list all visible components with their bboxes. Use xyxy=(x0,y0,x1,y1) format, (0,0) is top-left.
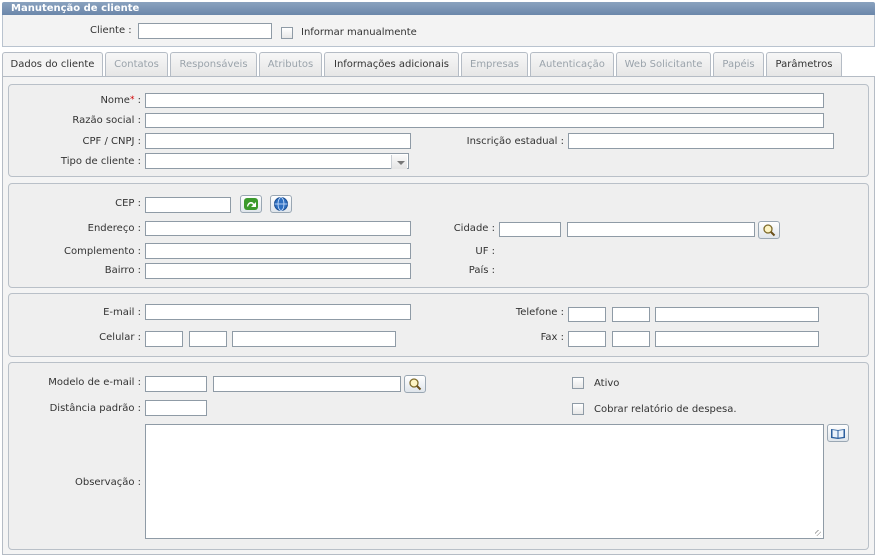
required-mark: * xyxy=(129,95,135,105)
email-input[interactable] xyxy=(145,304,411,320)
tipo-cliente-select[interactable] xyxy=(145,153,409,169)
tab-responsaveis[interactable]: Responsáveis xyxy=(170,52,257,76)
modelo-email-code-input[interactable] xyxy=(145,376,207,392)
celular-label: Celular : xyxy=(99,332,141,343)
tab-empresas[interactable]: Empresas xyxy=(461,52,528,76)
tab-autenticacao[interactable]: Autenticação xyxy=(530,52,614,76)
cep-globe-button[interactable] xyxy=(270,195,292,213)
cidade-search-button[interactable] xyxy=(758,221,780,239)
telefone-ddd-input[interactable] xyxy=(612,307,650,322)
tab-label: Responsáveis xyxy=(179,59,248,70)
resize-grip-icon[interactable] xyxy=(815,530,821,536)
tab-atributos[interactable]: Atributos xyxy=(259,52,322,76)
celular-ddi-input[interactable] xyxy=(145,331,183,347)
nome-colon: : xyxy=(137,95,141,106)
cobrar-relatorio-checkbox[interactable] xyxy=(572,403,584,415)
cliente-label: Cliente : xyxy=(90,25,132,36)
cobrar-relatorio-label: Cobrar relatório de despesa. xyxy=(594,404,737,415)
globe-icon xyxy=(274,197,288,211)
email-label: E-mail : xyxy=(103,307,141,318)
tab-contatos[interactable]: Contatos xyxy=(105,52,168,76)
endereco-label: Endereço : xyxy=(87,223,141,234)
search-icon xyxy=(409,378,422,391)
nome-label: Nome* : xyxy=(100,95,141,106)
modelo-email-search-button[interactable] xyxy=(404,375,426,393)
distancia-padrao-input[interactable] xyxy=(145,400,207,416)
complemento-input[interactable] xyxy=(145,243,411,259)
complemento-label: Complemento : xyxy=(64,246,141,257)
observacao-label: Observação : xyxy=(74,477,141,488)
celular-ddd-input[interactable] xyxy=(189,331,227,347)
tab-parametros[interactable]: Parâmetros xyxy=(766,52,842,76)
tab-label: Atributos xyxy=(267,59,314,70)
distancia-padrao-label: Distância padrão : xyxy=(49,403,141,414)
panel-title: Manutenção de cliente xyxy=(2,2,875,15)
tab-papeis[interactable]: Papéis xyxy=(713,52,764,76)
nome-label-text: Nome xyxy=(100,95,130,106)
fax-label: Fax : xyxy=(540,332,564,343)
razao-social-input[interactable] xyxy=(145,113,824,128)
contact-fieldset xyxy=(8,293,869,357)
nome-input[interactable] xyxy=(145,93,824,108)
fax-numero-input[interactable] xyxy=(655,331,819,347)
tab-label: Autenticação xyxy=(539,59,605,70)
tab-label: Papéis xyxy=(722,59,755,70)
telefone-label: Telefone : xyxy=(515,307,564,318)
chevron-down-icon[interactable] xyxy=(391,155,407,169)
fax-ddd-input[interactable] xyxy=(612,331,650,347)
tab-label: Empresas xyxy=(470,59,519,70)
cidade-label: Cidade : xyxy=(453,223,495,234)
modelo-email-label: Modelo de e-mail : xyxy=(48,377,141,388)
celular-numero-input[interactable] xyxy=(232,331,396,347)
pais-label: País : xyxy=(468,265,495,276)
cep-label: CEP : xyxy=(115,198,141,209)
telefone-numero-input[interactable] xyxy=(655,307,819,322)
inscricao-estadual-label: Inscrição estadual : xyxy=(466,136,564,147)
telefone-ddi-input[interactable] xyxy=(568,307,606,322)
cliente-input[interactable] xyxy=(138,23,272,39)
tab-web-solicitante[interactable]: Web Solicitante xyxy=(616,52,711,76)
razao-social-label: Razão social : xyxy=(72,115,141,126)
endereco-input[interactable] xyxy=(145,221,411,236)
cep-input[interactable] xyxy=(145,197,231,213)
ativo-checkbox[interactable] xyxy=(572,377,584,389)
bairro-input[interactable] xyxy=(145,263,411,279)
uf-label: UF : xyxy=(475,246,495,257)
tab-label: Contatos xyxy=(114,59,159,70)
bairro-label: Bairro : xyxy=(104,265,141,276)
green-arrow-icon xyxy=(244,198,258,210)
tab-label: Parâmetros xyxy=(775,59,833,70)
cidade-code-input[interactable] xyxy=(499,222,561,237)
tab-informacoes-adicionais[interactable]: Informações adicionais xyxy=(324,52,459,76)
cep-search-button[interactable] xyxy=(240,195,262,213)
tipo-cliente-label: Tipo de cliente : xyxy=(60,156,141,167)
cpf-cnpj-label: CPF / CNPJ : xyxy=(82,136,141,147)
observacao-textarea[interactable] xyxy=(145,424,824,539)
ativo-label: Ativo xyxy=(594,378,620,389)
informar-manualmente-label: Informar manualmente xyxy=(301,27,417,38)
tab-label: Informações adicionais xyxy=(334,59,449,70)
observacao-book-button[interactable] xyxy=(827,424,849,442)
tab-dados-do-cliente[interactable]: Dados do cliente xyxy=(2,52,103,77)
inscricao-estadual-input[interactable] xyxy=(568,133,834,149)
tab-label: Web Solicitante xyxy=(624,59,703,70)
informar-manualmente-checkbox[interactable] xyxy=(281,27,293,39)
book-icon xyxy=(831,429,845,439)
fax-ddi-input[interactable] xyxy=(568,331,606,347)
cidade-name-input[interactable] xyxy=(567,222,755,237)
cpf-cnpj-input[interactable] xyxy=(145,133,411,149)
search-icon xyxy=(763,224,776,237)
tab-label: Dados do cliente xyxy=(10,59,95,70)
client-bar xyxy=(2,15,875,47)
modelo-email-name-input[interactable] xyxy=(213,376,401,392)
